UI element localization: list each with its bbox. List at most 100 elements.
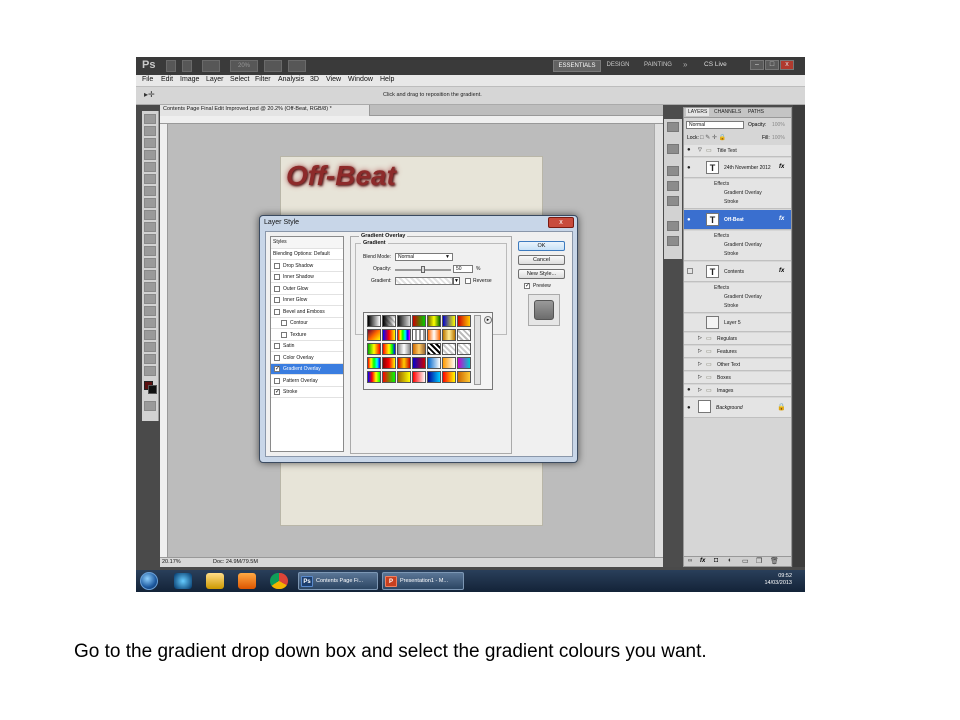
link-layers-icon[interactable]: ∞ (688, 558, 692, 564)
gradient-swatch[interactable] (382, 357, 396, 369)
gradient-swatch[interactable] (397, 343, 411, 355)
layer-group-boxes[interactable]: ▷ ▭ Boxes (684, 372, 791, 384)
menu-select[interactable]: Select (230, 76, 249, 83)
screen-mode-icon[interactable] (288, 60, 306, 72)
gradient-swatch[interactable] (457, 315, 471, 327)
style-texture[interactable]: Texture (271, 330, 343, 341)
style-checkbox[interactable] (274, 286, 280, 292)
zoom-tool-icon[interactable] (144, 366, 156, 376)
adjustment-layer-icon[interactable]: ◐ (728, 557, 732, 564)
gradient-swatch[interactable] (367, 343, 381, 355)
menu-file[interactable]: File (142, 76, 153, 83)
taskbar-clock[interactable]: 09:52 14/03/2013 (752, 573, 792, 587)
add-layer-style-icon[interactable]: fx (700, 558, 705, 564)
quick-mask-icon[interactable] (144, 401, 156, 411)
style-gradient-overlay[interactable]: ✓ Gradient Overlay (271, 364, 343, 375)
gradient-swatch[interactable] (382, 371, 396, 383)
menu-image[interactable]: Image (180, 76, 199, 83)
style-checkbox[interactable] (281, 332, 287, 338)
style-inner-shadow[interactable]: Inner Shadow (271, 272, 343, 283)
menu-filter[interactable]: Filter (255, 76, 271, 83)
new-layer-icon[interactable]: ❐ (756, 557, 762, 565)
gradient-swatch[interactable] (442, 357, 456, 369)
actions-panel-icon[interactable] (667, 144, 679, 154)
picker-menu-icon[interactable]: ▸ (484, 316, 492, 324)
gradient-swatch[interactable] (412, 371, 426, 383)
fx-icon[interactable]: fx (779, 268, 784, 274)
lasso-tool-icon[interactable] (144, 138, 156, 148)
group-expand-icon[interactable]: ▷ (698, 348, 702, 354)
style-checkbox[interactable] (274, 343, 280, 349)
gradient-swatch[interactable] (457, 371, 471, 383)
blur-tool-icon[interactable] (144, 258, 156, 268)
menu-3d[interactable]: 3D (310, 76, 319, 83)
layer-group-other-text[interactable]: ▷ ▭ Other Text (684, 359, 791, 371)
gradient-swatch[interactable] (397, 315, 411, 327)
visibility-eye-icon[interactable]: ● (687, 405, 691, 411)
tab-paths[interactable]: PATHS (748, 109, 764, 115)
gradient-swatch[interactable] (367, 329, 381, 341)
cancel-button[interactable]: Cancel (518, 255, 565, 265)
layer-group-title-text[interactable]: ● ▽ ▭ Title Text (684, 145, 791, 157)
gradient-swatch[interactable] (397, 357, 411, 369)
style-checkbox[interactable] (274, 309, 280, 315)
workspace-essentials[interactable]: ESSENTIALS (553, 60, 601, 72)
layer-row-background[interactable]: ● Background 🔒 (684, 398, 791, 418)
panel-scrollbar[interactable] (793, 105, 805, 567)
fx-icon[interactable]: fx (779, 216, 784, 222)
gradient-swatch[interactable] (427, 371, 441, 383)
lock-icons[interactable]: □ ✎ ✛ 🔒 (700, 134, 726, 141)
gradient-swatch[interactable] (457, 343, 471, 355)
layer-row-24th-november[interactable]: ● T 24th November 2012 fx (684, 158, 791, 178)
gradient-swatch[interactable] (427, 343, 441, 355)
3d-orbit-tool-icon[interactable] (144, 342, 156, 352)
ok-button[interactable]: OK (518, 241, 565, 251)
gradient-swatch[interactable] (367, 357, 381, 369)
layer-group-regulars[interactable]: ▷ ▭ Regulars (684, 333, 791, 345)
history-brush-tool-icon[interactable] (144, 222, 156, 232)
picker-scrollbar[interactable] (474, 315, 481, 385)
group-expand-icon[interactable]: ▽ (698, 147, 702, 153)
visibility-toggle[interactable] (687, 268, 693, 274)
menu-view[interactable]: View (326, 76, 341, 83)
info-panel-icon[interactable] (667, 196, 679, 206)
style-checkbox[interactable] (274, 355, 280, 361)
healing-brush-tool-icon[interactable] (144, 186, 156, 196)
clone-stamp-tool-icon[interactable] (144, 210, 156, 220)
blend-mode-dropdown[interactable]: Normal ▼ (395, 253, 453, 261)
gradient-swatch[interactable] (442, 371, 456, 383)
gradient-swatch[interactable] (382, 343, 396, 355)
gradient-preview-field[interactable] (395, 277, 453, 285)
workspace-painting[interactable]: PAINTING (638, 60, 678, 72)
delete-layer-icon[interactable]: 🗑 (770, 557, 779, 565)
add-mask-icon[interactable]: ◘ (714, 557, 718, 564)
file-explorer-icon[interactable] (206, 573, 224, 589)
crop-tool-icon[interactable] (144, 162, 156, 172)
histogram-panel-icon[interactable] (667, 181, 679, 191)
preview-checkbox[interactable]: ✓ (524, 283, 530, 289)
style-pattern-overlay[interactable]: Pattern Overlay (271, 376, 343, 387)
effect-gradient-overlay[interactable]: Gradient Overlay (724, 294, 762, 300)
background-color-swatch[interactable] (148, 385, 157, 394)
effect-gradient-overlay[interactable]: Gradient Overlay (724, 190, 762, 196)
task-photoshop[interactable]: Ps Contents Page Fi... (298, 572, 378, 590)
style-inner-glow[interactable]: Inner Glow (271, 295, 343, 306)
group-expand-icon[interactable]: ▷ (698, 374, 702, 380)
close-icon[interactable]: x (780, 60, 794, 70)
blending-options-row[interactable]: Blending Options: Default (271, 249, 343, 260)
gradient-swatch[interactable] (367, 371, 381, 383)
tab-layers[interactable]: LAYERS (686, 108, 710, 116)
gradient-swatch[interactable] (412, 315, 426, 327)
effect-gradient-overlay[interactable]: Gradient Overlay (724, 242, 762, 248)
type-tool-icon[interactable] (144, 294, 156, 304)
style-checkbox[interactable] (281, 320, 287, 326)
workspace-design[interactable]: DESIGN (602, 60, 634, 72)
style-contour[interactable]: Contour (271, 318, 343, 329)
menu-help[interactable]: Help (380, 76, 394, 83)
style-satin[interactable]: Satin (271, 341, 343, 352)
gradient-swatch[interactable] (412, 329, 426, 341)
gradient-dropdown-arrow-icon[interactable]: ▼ (453, 277, 460, 285)
gradient-swatch[interactable] (412, 343, 426, 355)
new-group-icon[interactable]: ▭ (742, 557, 749, 565)
gradient-swatch[interactable] (457, 357, 471, 369)
